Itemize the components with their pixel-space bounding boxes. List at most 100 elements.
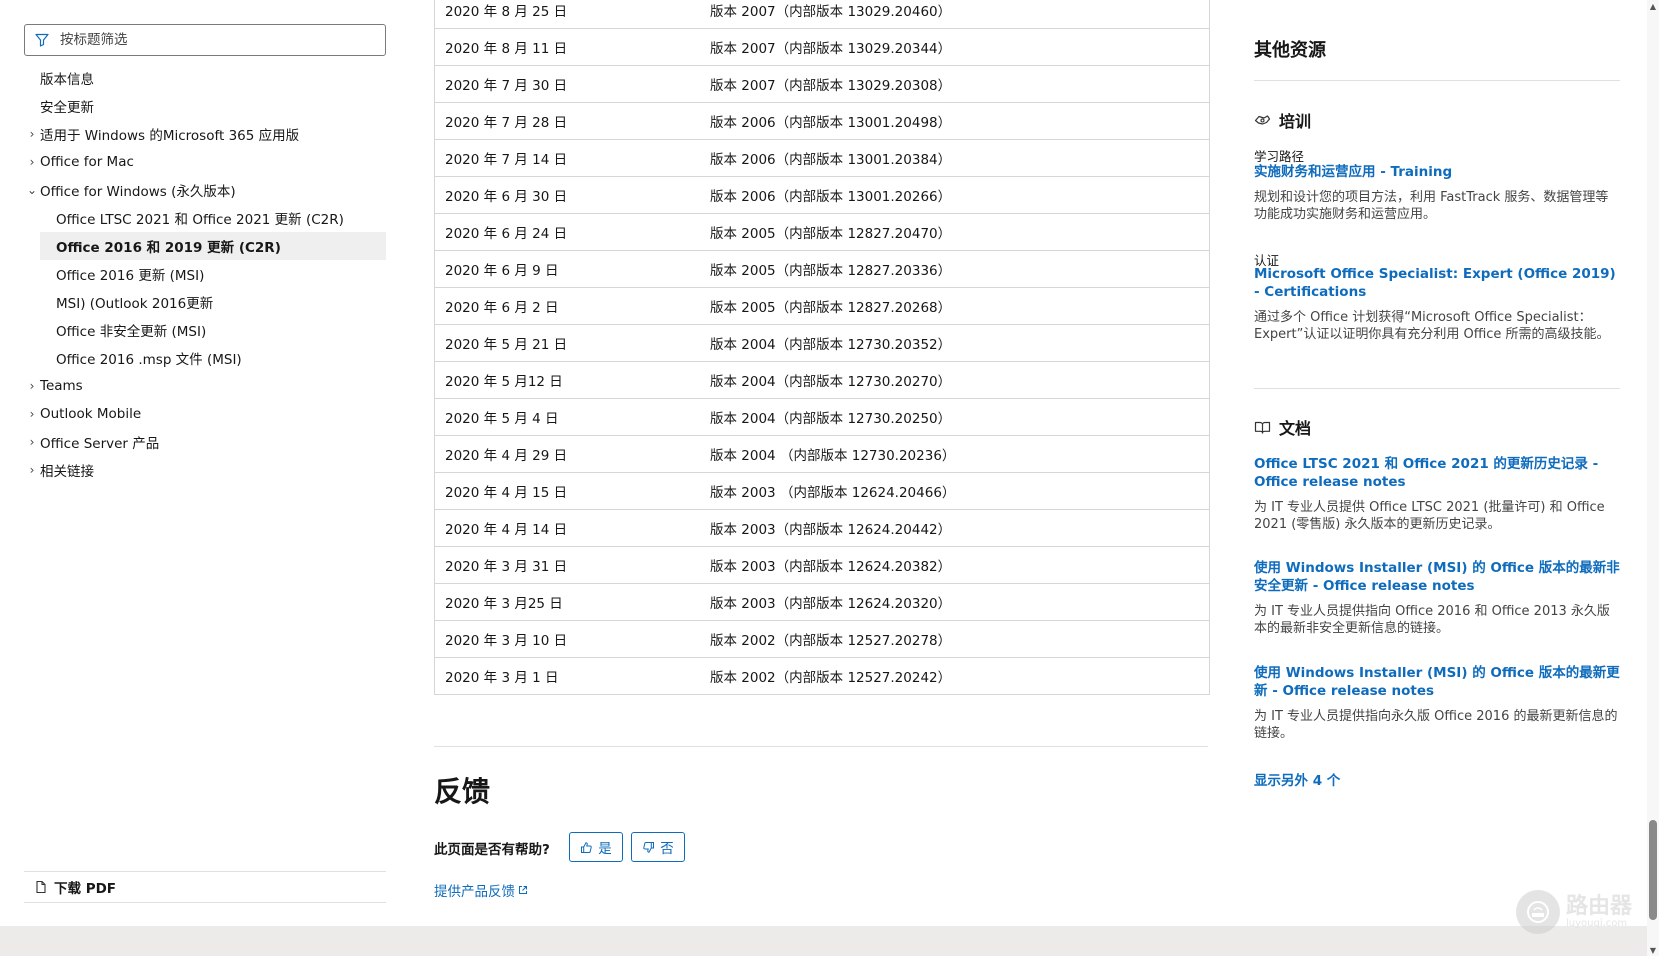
- docs-link-msi-non-security[interactable]: 使用 Windows Installer (MSI) 的 Office 版本的最…: [1254, 559, 1620, 595]
- table-row: 2020 年 5 月 4 日 版本 2004（内部版本 12730.20250）: [435, 399, 1209, 436]
- nav-item-m365-apps-windows[interactable]: › 适用于 Windows 的Microsoft 365 应用版: [24, 120, 386, 148]
- release-date: 2020 年 4 月 15 日: [445, 485, 568, 501]
- nav-item-label: Teams: [40, 378, 83, 394]
- watermark-text: 路由器: [1566, 893, 1633, 919]
- nav-item-teams[interactable]: › Teams: [24, 372, 386, 400]
- table-row: 2020 年 3 月25 日 版本 2003（内部版本 12624.20320）: [435, 584, 1209, 621]
- nav-item-label: 适用于 Windows 的Microsoft 365 应用版: [40, 128, 300, 144]
- nav-item-related-links[interactable]: › 相关链接: [24, 456, 386, 484]
- table-row: 2020 年 4 月 15 日 版本 2003 （内部版本 12624.20466…: [435, 473, 1209, 510]
- training-description: 规划和设计您的项目方法，利用 FastTrack 服务、数据管理等功能成功实施财…: [1254, 190, 1609, 222]
- feedback-yes-button[interactable]: 是: [569, 832, 623, 862]
- training-icon: [1254, 112, 1271, 129]
- docs-heading: 文档: [1254, 415, 1311, 439]
- filter-icon: [34, 32, 50, 48]
- nav-item-label: Office 2016 和 2019 更新 (C2R): [56, 240, 281, 256]
- nav-item-office-for-windows[interactable]: ⌄ Office for Windows (永久版本): [24, 176, 386, 204]
- resources-heading: 其他资源: [1254, 40, 1326, 61]
- nav-item-label: 相关链接: [40, 464, 94, 480]
- version-build: 版本 2004（内部版本 12730.20270）: [710, 374, 952, 390]
- table-row: 2020 年 6 月 2 日 版本 2005（内部版本 12827.20268）: [435, 288, 1209, 325]
- version-build: 版本 2007（内部版本 13029.20344）: [710, 41, 952, 57]
- page-scrollbar[interactable]: ▲ ▼: [1647, 0, 1659, 956]
- certification-link[interactable]: Microsoft Office Specialist: Expert (Off…: [1254, 265, 1620, 301]
- version-build: 版本 2004 （内部版本 12730.20236）: [710, 448, 956, 464]
- nav-item-ltsc-2021[interactable]: Office LTSC 2021 和 Office 2021 更新 (C2R): [24, 204, 386, 232]
- nav-item-non-security-msi[interactable]: Office 非安全更新 (MSI): [24, 316, 386, 344]
- show-more-link[interactable]: 显示另外 4 个: [1254, 769, 1340, 789]
- release-date: 2020 年 6 月 9 日: [445, 263, 559, 279]
- table-row: 2020 年 7 月 14 日 版本 2006（内部版本 13001.20384）: [435, 140, 1209, 177]
- table-row: 2020 年 8 月 11 日 版本 2007（内部版本 13029.20344）: [435, 29, 1209, 66]
- filter-input[interactable]: [58, 31, 385, 49]
- training-link[interactable]: 实施财务和运营应用 - Training: [1254, 163, 1620, 181]
- version-build: 版本 2003（内部版本 12624.20320）: [710, 596, 952, 612]
- nav-item-outlook-2016-msi[interactable]: MSI) (Outlook 2016更新: [24, 288, 386, 316]
- version-build: 版本 2003 （内部版本 12624.20466）: [710, 485, 956, 501]
- scrollbar-thumb[interactable]: [1649, 820, 1657, 920]
- table-row: 2020 年 3 月 10 日 版本 2002（内部版本 12527.20278）: [435, 621, 1209, 658]
- docs-description: 为 IT 专业人员提供 Office LTSC 2021 (批量许可) 和 Of…: [1254, 500, 1605, 532]
- nav-item-label: Office Server 产品: [40, 436, 160, 452]
- table-row: 2020 年 7 月 30 日 版本 2007（内部版本 13029.20308）: [435, 66, 1209, 103]
- training-heading: 培训: [1254, 108, 1311, 132]
- download-pdf-button[interactable]: 下载 PDF: [24, 871, 386, 903]
- feedback-no-button[interactable]: 否: [631, 832, 685, 862]
- chevron-right-icon: ›: [29, 379, 35, 393]
- release-date: 2020 年 3 月 31 日: [445, 559, 568, 575]
- nav-item-outlook-mobile[interactable]: › Outlook Mobile: [24, 400, 386, 428]
- table-row: 2020 年 8 月 25 日 版本 2007（内部版本 13029.20460）: [435, 0, 1209, 29]
- table-row: 2020 年 7 月 28 日 版本 2006（内部版本 13001.20498）: [435, 103, 1209, 140]
- version-build: 版本 2005（内部版本 12827.20336）: [710, 263, 952, 279]
- release-date: 2020 年 3 月25 日: [445, 596, 563, 612]
- table-row: 2020 年 5 月12 日 版本 2004（内部版本 12730.20270）: [435, 362, 1209, 399]
- section-divider: [434, 746, 1208, 747]
- docs-link-msi-latest[interactable]: 使用 Windows Installer (MSI) 的 Office 版本的最…: [1254, 664, 1620, 700]
- nav-item-label: Office 2016 更新 (MSI): [56, 268, 205, 284]
- version-build: 版本 2002（内部版本 12527.20278）: [710, 633, 952, 649]
- release-date: 2020 年 4 月 29 日: [445, 448, 568, 464]
- rail-divider: [1254, 388, 1620, 389]
- thumbs-up-icon: [580, 841, 593, 854]
- nav-item-office-2016-msi[interactable]: Office 2016 更新 (MSI): [24, 260, 386, 288]
- training-heading-label: 培训: [1279, 112, 1312, 131]
- thumbs-down-icon: [642, 841, 655, 854]
- chevron-right-icon: ›: [29, 127, 35, 141]
- chevron-down-icon: ⌄: [26, 183, 38, 197]
- chevron-right-icon: ›: [29, 407, 35, 421]
- version-build: 版本 2006（内部版本 13001.20498）: [710, 115, 952, 131]
- pdf-icon: [34, 880, 48, 894]
- nav-item-office-for-mac[interactable]: › Office for Mac: [24, 148, 386, 176]
- product-feedback-link[interactable]: 提供产品反馈: [434, 880, 528, 900]
- docs-description: 为 IT 专业人员提供指向永久版 Office 2016 的最新更新信息的链接。: [1254, 709, 1618, 741]
- version-build: 版本 2002（内部版本 12527.20242）: [710, 670, 952, 686]
- scroll-down-arrow-icon[interactable]: ▼: [1647, 944, 1659, 956]
- table-row: 2020 年 3 月 1 日 版本 2002（内部版本 12527.20242）: [435, 658, 1209, 695]
- nav-item-security-updates[interactable]: 安全更新: [24, 92, 386, 120]
- docs-description: 为 IT 专业人员提供指向 Office 2016 和 Office 2013 …: [1254, 604, 1610, 636]
- product-feedback-label: 提供产品反馈: [434, 884, 515, 900]
- nav-item-office-server[interactable]: › Office Server 产品: [24, 428, 386, 456]
- version-build: 版本 2003（内部版本 12624.20382）: [710, 559, 952, 575]
- router-logo-icon: [1516, 890, 1560, 934]
- version-build: 版本 2005（内部版本 12827.20470）: [710, 226, 952, 242]
- docs-link-ltsc-2021[interactable]: Office LTSC 2021 和 Office 2021 的更新历史记录 -…: [1254, 455, 1620, 491]
- nav-item-label: Office for Mac: [40, 154, 134, 170]
- watermark-subtext: luyouqi.com: [1566, 917, 1628, 929]
- download-pdf-label: 下载 PDF: [54, 881, 117, 897]
- version-build: 版本 2007（内部版本 13029.20460）: [710, 4, 952, 20]
- chevron-right-icon: ›: [29, 435, 35, 449]
- release-date: 2020 年 6 月 30 日: [445, 189, 568, 205]
- version-build: 版本 2006（内部版本 13001.20266）: [710, 189, 952, 205]
- feedback-yes-label: 是: [598, 841, 612, 857]
- release-date: 2020 年 5 月 4 日: [445, 411, 559, 427]
- scroll-up-arrow-icon[interactable]: ▲: [1647, 0, 1659, 12]
- nav-item-release-info[interactable]: 版本信息: [24, 64, 386, 92]
- release-date: 2020 年 6 月 2 日: [445, 300, 559, 316]
- nav-item-label: 版本信息: [40, 72, 94, 88]
- nav-item-office-2016-2019-c2r[interactable]: Office 2016 和 2019 更新 (C2R): [40, 232, 386, 260]
- nav-item-label: 安全更新: [40, 100, 94, 116]
- filter-by-title-box[interactable]: [24, 24, 386, 56]
- nav-item-msp-files[interactable]: Office 2016 .msp 文件 (MSI): [24, 344, 386, 372]
- docs-heading-label: 文档: [1279, 419, 1312, 438]
